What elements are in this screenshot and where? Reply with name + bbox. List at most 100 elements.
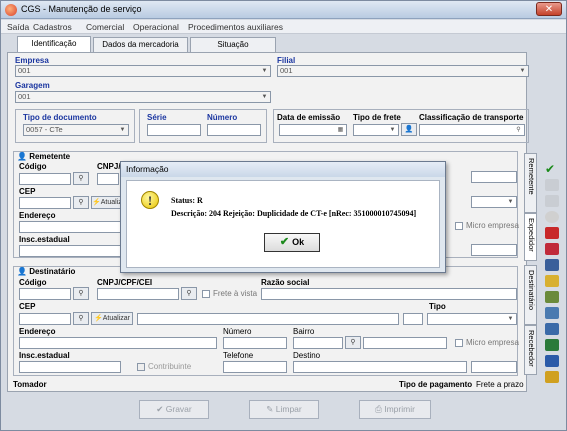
search-binoculars-icon[interactable]: ⚲	[514, 126, 523, 134]
tool-calculator-icon[interactable]	[545, 259, 559, 271]
garagem-select[interactable]: 001 ▼	[15, 91, 271, 103]
tipo-label: Tipo	[429, 302, 446, 311]
destinatario-insc-input[interactable]	[19, 361, 121, 373]
dialog-status: Status: R	[171, 196, 203, 205]
numero-input[interactable]	[223, 337, 287, 349]
tool-gear-icon[interactable]	[545, 179, 559, 191]
destinatario-title: 👤 Destinatário	[17, 267, 75, 276]
chevron-down-icon: ▼	[261, 68, 268, 74]
side-tab-recebedor[interactable]: Recebedor	[524, 325, 537, 375]
menu-cadastros[interactable]: Cadastros	[33, 22, 72, 32]
destinatario-micro-checkbox[interactable]	[455, 339, 463, 347]
search-binoculars-icon[interactable]: ⚲	[73, 196, 89, 209]
tool-document-icon[interactable]	[545, 195, 559, 207]
empresa-select[interactable]: 001 ▼	[15, 65, 271, 77]
imprimir-text: Imprimir	[384, 404, 415, 414]
contribuinte-checkbox[interactable]	[137, 363, 145, 371]
numero-input[interactable]	[207, 124, 261, 136]
tool-book-icon[interactable]	[545, 339, 559, 351]
remetente-codigo-input[interactable]	[19, 173, 71, 185]
remetente-cep-input[interactable]	[19, 197, 71, 209]
remetente-micro-checkbox[interactable]	[455, 222, 463, 230]
destinatario-atualizar-button[interactable]: ⚡Atualizar	[91, 312, 133, 325]
frete-vista-checkbox[interactable]	[202, 290, 210, 298]
tool-tag-icon[interactable]	[545, 243, 559, 255]
remetente-razao-input[interactable]	[471, 171, 517, 183]
search-binoculars-icon[interactable]: ⚲	[181, 287, 197, 300]
remetente-cep-label: CEP	[19, 187, 36, 196]
confirm-check-icon[interactable]: ✔	[545, 163, 559, 175]
remetente-destino-input[interactable]	[471, 244, 517, 256]
side-tab-destinatario-label: Destinatário	[527, 270, 536, 311]
bairro-nome-input[interactable]	[363, 337, 447, 349]
tab-identificacao[interactable]: Identificação	[17, 36, 91, 53]
footer-bar: Tomador Tipo de pagamento Frete a prazo	[7, 378, 527, 391]
calendar-icon[interactable]: ▦	[336, 126, 345, 134]
search-binoculars-icon[interactable]: ⚲	[73, 287, 89, 300]
side-tab-destinatario[interactable]: Destinatário	[524, 265, 537, 325]
tab-situacao[interactable]: Situação	[190, 37, 276, 52]
tab-dados-mercadoria[interactable]: Dados da mercadoria	[93, 37, 188, 52]
tipo-select[interactable]: ▼	[427, 313, 517, 325]
limpar-button[interactable]: ✎ Limpar	[249, 400, 319, 419]
destinatario-cidade-input[interactable]	[137, 313, 399, 325]
destinatario-codigo-input[interactable]	[19, 288, 71, 300]
tipo-frete-label: Tipo de frete	[353, 113, 401, 122]
chevron-down-icon: ▼	[261, 94, 268, 100]
remetente-tipo-select[interactable]: ▼	[471, 196, 517, 208]
telefone-input[interactable]	[223, 361, 287, 373]
tipo-doc-select[interactable]: 0057 - CTe ▼	[23, 124, 129, 136]
person-icon: 👤	[17, 152, 27, 161]
remetente-title: 👤 Remetente	[17, 152, 70, 161]
remetente-endereco-input[interactable]	[19, 221, 121, 233]
empresa-value: 001	[18, 66, 31, 75]
classificacao-input[interactable]: ⚲	[419, 124, 525, 136]
imprimir-button[interactable]: ⎙ Imprimir	[359, 400, 431, 419]
menu-procedimentos[interactable]: Procedimentos auxiliares	[188, 22, 283, 32]
menu-operacional[interactable]: Operacional	[133, 22, 179, 32]
driver-icon[interactable]: 👤	[401, 123, 417, 136]
side-tab-expedidor[interactable]: Expedidor	[524, 213, 537, 261]
tool-globe-icon[interactable]	[545, 307, 559, 319]
tool-money-icon[interactable]	[545, 275, 559, 287]
app-logo-icon	[5, 4, 17, 16]
search-binoculars-icon[interactable]: ⚲	[73, 172, 89, 185]
menu-comercial[interactable]: Comercial	[86, 22, 124, 32]
gravar-button[interactable]: ✔ Gravar	[139, 400, 209, 419]
tool-truck-icon[interactable]	[545, 291, 559, 303]
remetente-insc-input[interactable]	[19, 245, 121, 257]
remetente-cnpj-label: CNPJ/	[97, 162, 121, 171]
tool-people-icon[interactable]	[545, 323, 559, 335]
remetente-endereco-label: Endereço	[19, 211, 56, 220]
ok-button[interactable]: ✔ Ok	[264, 233, 320, 252]
destino-input[interactable]	[293, 361, 467, 373]
razao-social-input[interactable]	[261, 288, 517, 300]
search-binoculars-icon[interactable]: ⚲	[73, 312, 89, 325]
tool-chart-icon[interactable]	[545, 355, 559, 367]
menu-saida[interactable]: Saída	[7, 22, 29, 32]
menu-bar: Saída Cadastros Comercial Operacional Pr…	[1, 20, 566, 34]
tool-eraser-icon[interactable]	[545, 227, 559, 239]
chevron-down-icon: ▼	[389, 127, 396, 133]
close-button[interactable]: ✕	[536, 2, 562, 16]
search-binoculars-icon[interactable]: ⚲	[345, 336, 361, 349]
tool-disc-icon[interactable]	[545, 211, 559, 223]
destinatario-cep-input[interactable]	[19, 313, 71, 325]
data-emissao-input[interactable]: ▦	[279, 124, 347, 136]
window-title: CGS - Manutenção de serviço	[21, 4, 142, 14]
serie-input[interactable]	[147, 124, 201, 136]
tipo-frete-select[interactable]: ▼	[353, 124, 399, 136]
filial-value: 001	[280, 66, 293, 75]
remetente-cnpj-input[interactable]	[97, 173, 119, 185]
bairro-input[interactable]	[293, 337, 343, 349]
destinatario-endereco-input[interactable]	[19, 337, 217, 349]
destinatario-title-text: Destinatário	[29, 267, 76, 276]
destinatario-uf-input[interactable]	[403, 313, 423, 325]
destino-extra-input[interactable]	[471, 361, 517, 373]
tool-star-icon[interactable]	[545, 371, 559, 383]
filial-select[interactable]: 001 ▼	[277, 65, 529, 77]
side-tab-remetente[interactable]: Remetente	[524, 153, 537, 213]
ok-text: Ok	[292, 237, 305, 247]
atualizar-text: Atualizar	[102, 315, 130, 322]
destinatario-cnpj-input[interactable]	[97, 288, 179, 300]
